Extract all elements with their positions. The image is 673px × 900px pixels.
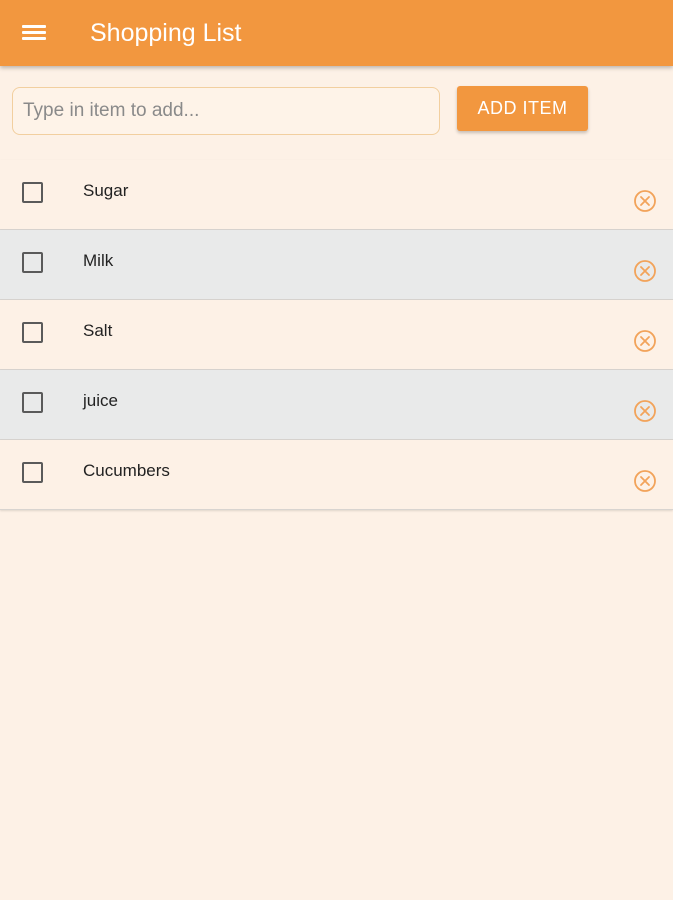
item-label: Salt xyxy=(83,321,113,340)
add-item-input[interactable] xyxy=(12,87,440,135)
item-label: Sugar xyxy=(83,181,129,200)
close-circle-icon[interactable] xyxy=(632,188,658,214)
list-item: juice xyxy=(0,370,673,440)
hamburger-menu-icon[interactable] xyxy=(22,24,46,42)
item-checkbox[interactable] xyxy=(22,392,43,413)
item-checkbox[interactable] xyxy=(22,252,43,273)
list-item: Cucumbers xyxy=(0,440,673,510)
menu-bar xyxy=(22,31,46,34)
page-title: Shopping List xyxy=(90,19,242,47)
close-circle-icon[interactable] xyxy=(632,468,658,494)
app-toolbar: Shopping List xyxy=(0,0,673,66)
close-circle-icon[interactable] xyxy=(632,258,658,284)
list-item: Sugar xyxy=(0,160,673,230)
item-label: juice xyxy=(83,391,118,410)
item-label: Cucumbers xyxy=(83,461,170,480)
shopping-list: Sugar Milk Salt juice Cucumbers xyxy=(0,160,673,510)
add-item-button[interactable]: ADD ITEM xyxy=(457,86,588,131)
menu-bar xyxy=(22,25,46,28)
list-item: Salt xyxy=(0,300,673,370)
item-label: Milk xyxy=(83,251,114,270)
menu-bar xyxy=(22,37,46,40)
close-circle-icon[interactable] xyxy=(632,328,658,354)
add-item-form: ADD ITEM xyxy=(0,66,673,158)
item-checkbox[interactable] xyxy=(22,322,43,343)
app-root: Shopping List ADD ITEM Sugar Milk xyxy=(0,0,673,900)
item-checkbox[interactable] xyxy=(22,182,43,203)
item-checkbox[interactable] xyxy=(22,462,43,483)
close-circle-icon[interactable] xyxy=(632,398,658,424)
list-item: Milk xyxy=(0,230,673,300)
